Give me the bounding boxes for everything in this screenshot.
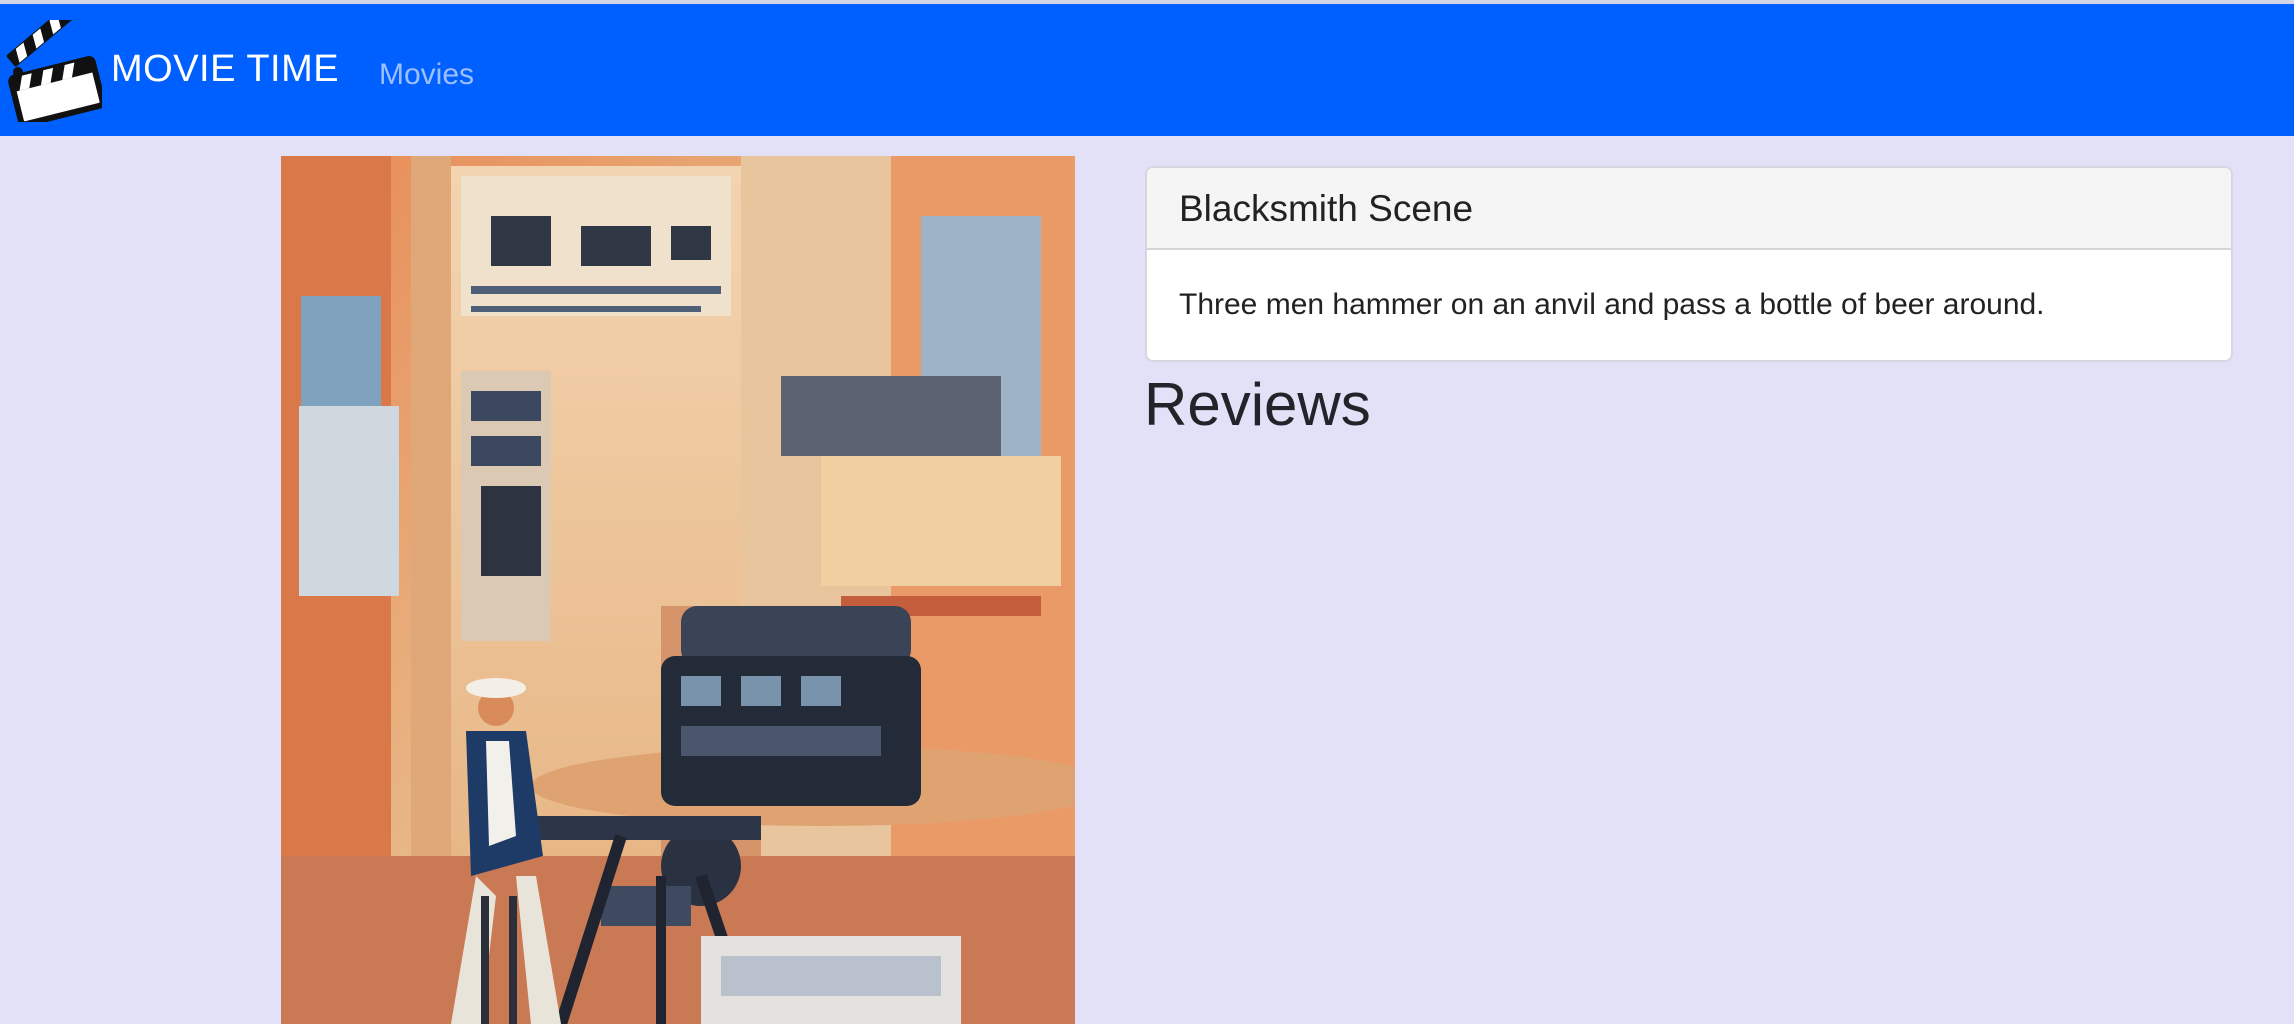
clapperboard-icon	[6, 2, 106, 128]
reviews-heading: Reviews	[1144, 371, 1371, 438]
movie-poster-image	[281, 156, 1075, 1024]
movie-title: Blacksmith Scene	[1147, 168, 2231, 250]
brand-logo-link[interactable]	[4, 2, 106, 128]
brand-title[interactable]: MOVIE TIME	[111, 48, 339, 91]
nav-link-movies[interactable]: Movies	[379, 58, 474, 92]
movie-info-card: Blacksmith Scene Three men hammer on an …	[1145, 166, 2233, 362]
movie-description: Three men hammer on an anvil and pass a …	[1179, 288, 2045, 321]
navbar: MOVIE TIME Movies	[0, 2, 2294, 136]
